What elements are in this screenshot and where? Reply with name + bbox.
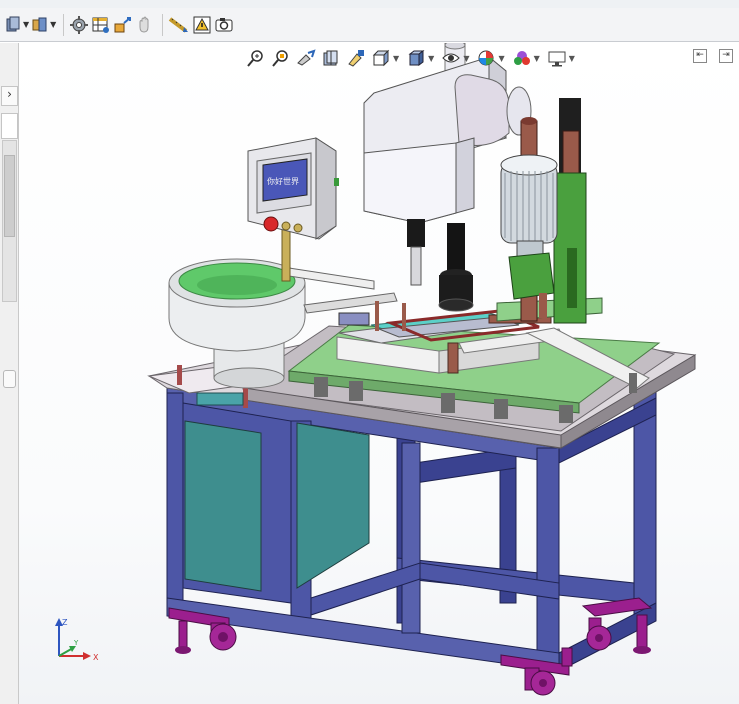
z-axis-label: Z <box>62 618 68 627</box>
control-panel: 你好世界 <box>247 137 339 282</box>
zoom-to-fit-icon[interactable] <box>245 47 267 69</box>
main-toolbar: ▼ ▼ <box>0 8 739 42</box>
chevron-down-icon[interactable]: ▼ <box>50 20 56 29</box>
table-icon[interactable] <box>91 12 111 38</box>
cabinet-door <box>184 420 262 592</box>
hide-show-icon[interactable] <box>440 47 462 69</box>
camera-icon[interactable] <box>214 12 234 38</box>
panel-tab[interactable] <box>1 113 18 139</box>
chevron-down-icon[interactable]: ▼ <box>498 54 504 63</box>
chevron-down-icon[interactable]: ▼ <box>569 54 575 63</box>
viewport-window-controls: ⇤ ⇥ <box>693 49 733 63</box>
support-post <box>314 377 328 397</box>
frame-leg <box>401 442 421 634</box>
feature-manager-panel: › <box>0 43 19 704</box>
toolbar-separator <box>63 13 65 36</box>
toolbar-separator <box>162 13 164 36</box>
warning-icon[interactable] <box>192 12 212 38</box>
reference-triad: Z X Y <box>55 618 99 662</box>
panel-scrollbar[interactable] <box>2 140 17 302</box>
inner-panel <box>296 422 370 589</box>
scrollbar-thumb[interactable] <box>4 155 15 237</box>
hand-icon[interactable] <box>135 12 155 38</box>
view-orientation-icon[interactable] <box>370 47 392 69</box>
support-post <box>559 405 573 423</box>
caster-stem <box>561 647 573 667</box>
graphics-area[interactable]: 你好世界 ▼ ▼ ▼ ▼ ▼ ▼ ⇤ ⇥ Z X Y <box>19 43 739 704</box>
expand-panel-button[interactable]: › <box>1 86 18 106</box>
restore-down-icon[interactable]: ⇤ <box>693 49 707 63</box>
display-style-icon[interactable] <box>405 47 427 69</box>
gear-settings-icon[interactable] <box>69 12 89 38</box>
support-post <box>349 381 363 401</box>
hmi-screen-text: 你好世界 <box>267 176 299 186</box>
view-settings-icon[interactable] <box>546 47 568 69</box>
section-view-icon[interactable] <box>320 47 342 69</box>
previous-view-icon[interactable] <box>295 47 317 69</box>
part-icon[interactable]: ▼ <box>4 12 29 38</box>
feeder-rail <box>303 292 398 314</box>
frame-leg <box>166 392 184 614</box>
zoom-area-icon[interactable] <box>270 47 292 69</box>
apply-scene-icon[interactable] <box>511 47 533 69</box>
edit-appearance-icon[interactable] <box>475 47 497 69</box>
dynamic-annotation-icon[interactable] <box>345 47 367 69</box>
chevron-down-icon[interactable]: ▼ <box>463 54 469 63</box>
chevron-down-icon[interactable]: ▼ <box>428 54 434 63</box>
chevron-down-icon[interactable]: ▼ <box>393 54 399 63</box>
ruler-icon[interactable] <box>168 12 190 38</box>
cad-assembly-model: 你好世界 <box>147 43 697 696</box>
panel-splitter-handle[interactable] <box>3 370 16 388</box>
assembly-icon[interactable]: ▼ <box>31 12 56 38</box>
support-post <box>494 399 508 419</box>
x-axis-label: X <box>93 653 99 662</box>
heads-up-toolbar: ▼ ▼ ▼ ▼ ▼ ▼ <box>245 47 578 69</box>
move-component-icon[interactable] <box>113 12 133 38</box>
feeder-block <box>196 392 244 406</box>
frame-leg <box>536 447 560 669</box>
support-post <box>441 393 455 413</box>
x-axis-arrow <box>83 652 91 660</box>
chute-support <box>629 373 637 393</box>
y-axis-label: Y <box>73 639 79 647</box>
feeder-post <box>177 365 182 385</box>
chevron-down-icon[interactable]: ▼ <box>534 54 540 63</box>
maximize-icon[interactable]: ⇥ <box>719 49 733 63</box>
chevron-down-icon[interactable]: ▼ <box>23 20 29 29</box>
